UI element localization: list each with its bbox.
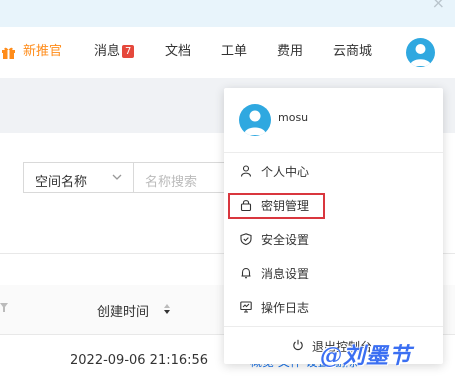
menu-item-message-settings[interactable]: 消息设置 <box>224 257 443 290</box>
announcement-banner: × <box>0 0 455 27</box>
shield-icon <box>240 233 252 245</box>
power-icon <box>293 339 303 351</box>
nav-docs[interactable]: 文档 <box>165 44 191 60</box>
avatar-person-icon <box>244 110 266 135</box>
lock-icon <box>240 200 252 211</box>
gift-icon <box>2 46 15 59</box>
menu-item-key-management[interactable]: 密钥管理 <box>224 189 443 222</box>
sort-icon[interactable] <box>163 303 171 315</box>
top-navbar: 新推官 消息 7 文档 工单 费用 云商城 <box>0 27 455 79</box>
nav-billing[interactable]: 费用 <box>277 44 303 60</box>
avatar-person-icon <box>410 44 431 66</box>
user-icon <box>240 165 252 177</box>
menu-item-label: 消息设置 <box>261 267 310 281</box>
nav-messages[interactable]: 消息 7 <box>94 44 135 60</box>
watermark-text: @刘墨节 <box>320 343 413 369</box>
menu-item-label: 密钥管理 <box>261 199 310 213</box>
user-avatar[interactable] <box>406 38 435 67</box>
nav-new-promo[interactable]: 新推官 <box>2 44 62 60</box>
chevron-down-icon <box>112 174 122 180</box>
row-created-time: 2022-09-06 21:16:56 <box>70 353 209 368</box>
log-icon <box>240 301 252 313</box>
nav-messages-label: 消息 <box>94 44 121 59</box>
bell-icon <box>241 267 251 279</box>
scope-select[interactable]: 空间名称 <box>23 162 134 193</box>
nav-cloud-store[interactable]: 云商城 <box>333 44 372 60</box>
close-icon[interactable]: × <box>432 0 445 13</box>
messages-count-badge: 7 <box>122 45 135 58</box>
menu-item-label: 个人中心 <box>261 165 310 179</box>
column-header-created-time[interactable]: 创建时间 <box>97 301 149 320</box>
username: mosu <box>278 111 309 124</box>
menu-item-personal-center[interactable]: 个人中心 <box>224 155 443 188</box>
nav-tickets[interactable]: 工单 <box>221 44 247 60</box>
search-placeholder: 名称搜索 <box>145 175 198 190</box>
menu-item-label: 安全设置 <box>261 233 310 247</box>
menu-item-security-settings[interactable]: 安全设置 <box>224 223 443 256</box>
name-search-input[interactable]: 名称搜索 <box>134 162 234 193</box>
scope-select-value: 空间名称 <box>35 175 88 190</box>
nav-new-promo-label: 新推官 <box>23 44 63 59</box>
menu-item-label: 操作日志 <box>261 301 310 315</box>
dropdown-avatar <box>239 104 271 136</box>
filter-icon[interactable] <box>0 303 8 313</box>
menu-item-operation-log[interactable]: 操作日志 <box>224 291 443 324</box>
user-dropdown-menu: mosu 个人中心 密钥管理 安全设置 消息设置 操作日志 退出控制台 <box>224 88 443 364</box>
user-menu-header: mosu <box>224 88 443 153</box>
